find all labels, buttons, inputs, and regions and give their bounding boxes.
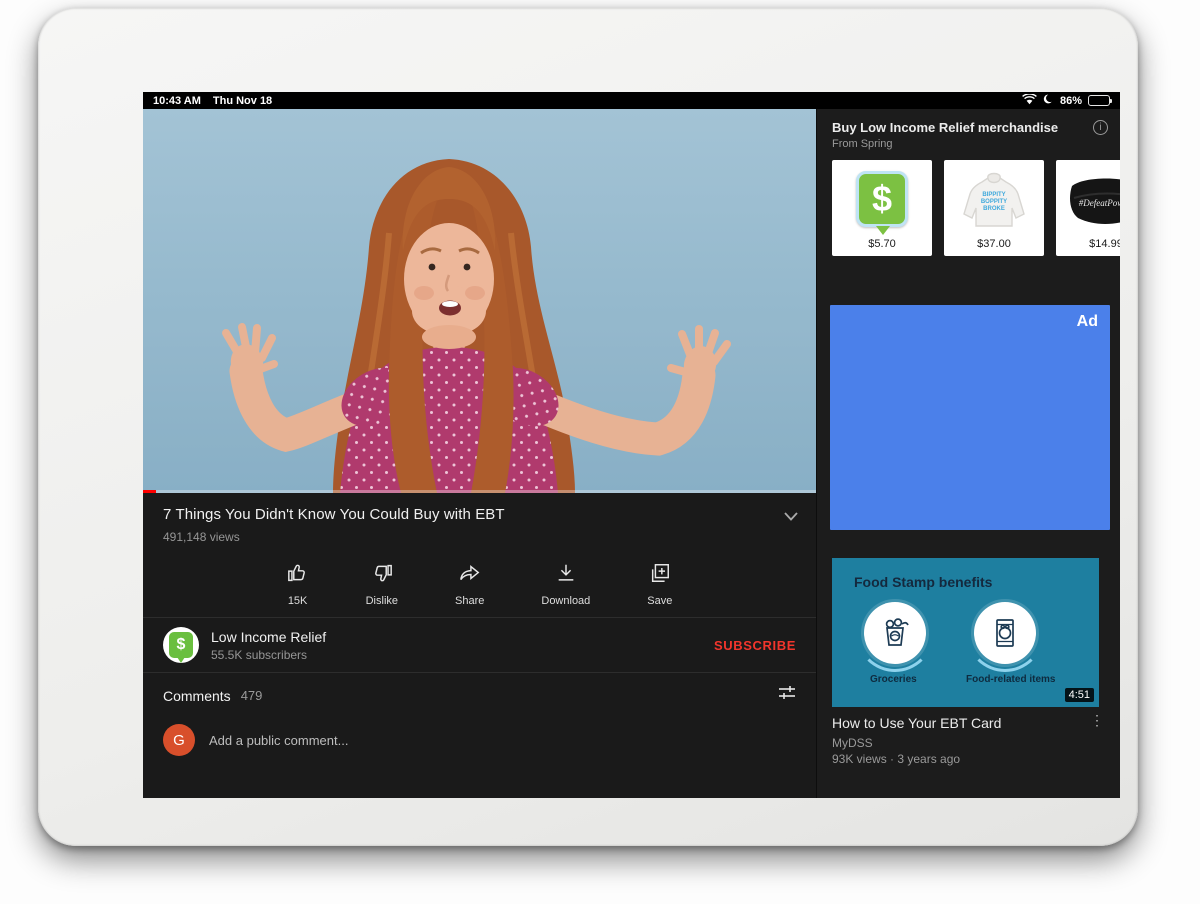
more-options-icon[interactable]: ⋮ [1086, 715, 1108, 725]
hoodie-image: BIPPITY BOPPITY BROKE [944, 168, 1044, 230]
comments-header: Comments 479 [143, 673, 816, 714]
save-button[interactable]: Save [647, 562, 672, 607]
battery-percent-label: 86% [1060, 95, 1082, 107]
merch-card-list: $ $5.70 BIPPITY BOPPITY [817, 160, 1120, 256]
clock-date: Thu Nov 18 [213, 95, 272, 107]
subscribe-button[interactable]: SUBSCRIBE [714, 638, 796, 653]
hoodie-print-line2: BOPPITY [981, 199, 1007, 205]
watch-page-sidebar: Buy Low Income Relief merchandise From S… [816, 109, 1120, 798]
wifi-icon [1022, 94, 1037, 108]
comments-count: 479 [241, 688, 263, 703]
chevron-down-icon[interactable] [784, 508, 798, 526]
download-label: Download [541, 595, 590, 607]
suggested-video-stats: 93K views · 3 years ago [832, 752, 1108, 766]
video-progress-bar[interactable] [143, 490, 816, 493]
info-icon[interactable]: i [1093, 120, 1108, 135]
merch-card-dollar-sticker[interactable]: $ $5.70 [832, 160, 932, 256]
share-button[interactable]: Share [455, 562, 484, 607]
merch-card-fanny-pack[interactable]: #DefeatPoverty $14.99 [1056, 160, 1120, 256]
groceries-label: Groceries [870, 674, 917, 685]
video-frame-illustration [143, 109, 816, 493]
share-arrow-icon [459, 562, 481, 589]
add-comment-field[interactable]: G Add a public comment... [143, 714, 816, 770]
suggested-video-channel: MyDSS [832, 736, 1108, 750]
do-not-disturb-moon-icon [1043, 94, 1054, 108]
dollar-bubble-icon: $ [169, 632, 193, 658]
video-duration-badge: 4:51 [1065, 688, 1094, 702]
groceries-icon [864, 602, 926, 664]
thumbs-up-icon [287, 562, 309, 589]
video-actions-bar: 15K Dislike Share [143, 550, 816, 617]
tablet-device-frame: 10:43 AM Thu Nov 18 86% [38, 8, 1138, 846]
ad-banner[interactable]: Ad [830, 305, 1110, 530]
channel-avatar[interactable]: $ [163, 627, 199, 663]
food-packet-icon [974, 602, 1036, 664]
video-info-section: 7 Things You Didn't Know You Could Buy w… [143, 493, 816, 550]
merch-shelf-title: Buy Low Income Relief merchandise [832, 120, 1058, 135]
comments-title: Comments [163, 688, 231, 704]
channel-subscriber-count: 55.5K subscribers [211, 648, 326, 662]
channel-name[interactable]: Low Income Relief [211, 629, 326, 645]
dislike-label: Dislike [366, 595, 398, 607]
suggested-video-meta[interactable]: How to Use Your EBT Card ⋮ MyDSS 93K vie… [832, 715, 1108, 766]
save-to-playlist-icon [649, 562, 671, 589]
merch-price: $5.70 [868, 238, 896, 250]
merch-price: $14.99 [1089, 238, 1120, 250]
merch-card-hoodie[interactable]: BIPPITY BOPPITY BROKE $37.00 [944, 160, 1044, 256]
fanny-pack-image: #DefeatPoverty [1056, 168, 1120, 230]
youtube-app-screen: 10:43 AM Thu Nov 18 86% [143, 92, 1120, 798]
save-label: Save [647, 595, 672, 607]
video-progress-fill [143, 490, 156, 493]
dislike-button[interactable]: Dislike [366, 562, 398, 607]
video-player[interactable] [143, 109, 816, 493]
hoodie-print-line1: BIPPITY [982, 192, 1005, 198]
video-view-count: 491,148 views [163, 530, 505, 544]
watch-page-main-column: 7 Things You Didn't Know You Could Buy w… [143, 109, 816, 798]
merch-price: $37.00 [977, 238, 1011, 250]
user-avatar[interactable]: G [163, 724, 195, 756]
thumbnail-title-text: Food Stamp benefits [854, 574, 992, 590]
food-related-items-label: Food-related items [966, 674, 1055, 685]
merch-shelf-header: Buy Low Income Relief merchandise From S… [817, 109, 1120, 150]
share-label: Share [455, 595, 484, 607]
like-count-label: 15K [288, 595, 308, 607]
fanny-pack-print: #DefeatPoverty [1079, 198, 1120, 208]
like-button[interactable]: 15K [287, 562, 309, 607]
suggested-video-thumbnail[interactable]: Food Stamp benefits [832, 558, 1099, 707]
merch-shelf-subtitle: From Spring [832, 138, 1058, 150]
download-button[interactable]: Download [541, 562, 590, 607]
clock-time: 10:43 AM [153, 95, 201, 107]
thumbs-down-icon [371, 562, 393, 589]
page-background: 10:43 AM Thu Nov 18 86% [0, 0, 1200, 904]
video-title: 7 Things You Didn't Know You Could Buy w… [163, 506, 505, 523]
battery-icon [1088, 95, 1110, 106]
status-bar: 10:43 AM Thu Nov 18 86% [143, 92, 1120, 109]
suggested-video-title[interactable]: How to Use Your EBT Card [832, 715, 1001, 731]
hoodie-print-line3: BROKE [983, 206, 1005, 212]
channel-row: $ Low Income Relief 55.5K subscribers SU… [143, 618, 816, 672]
dollar-sticker-image: $ [832, 168, 932, 230]
download-icon [555, 562, 577, 589]
comment-placeholder-text: Add a public comment... [209, 733, 348, 748]
comments-sort-icon[interactable] [778, 685, 796, 706]
ad-badge: Ad [1077, 313, 1098, 331]
